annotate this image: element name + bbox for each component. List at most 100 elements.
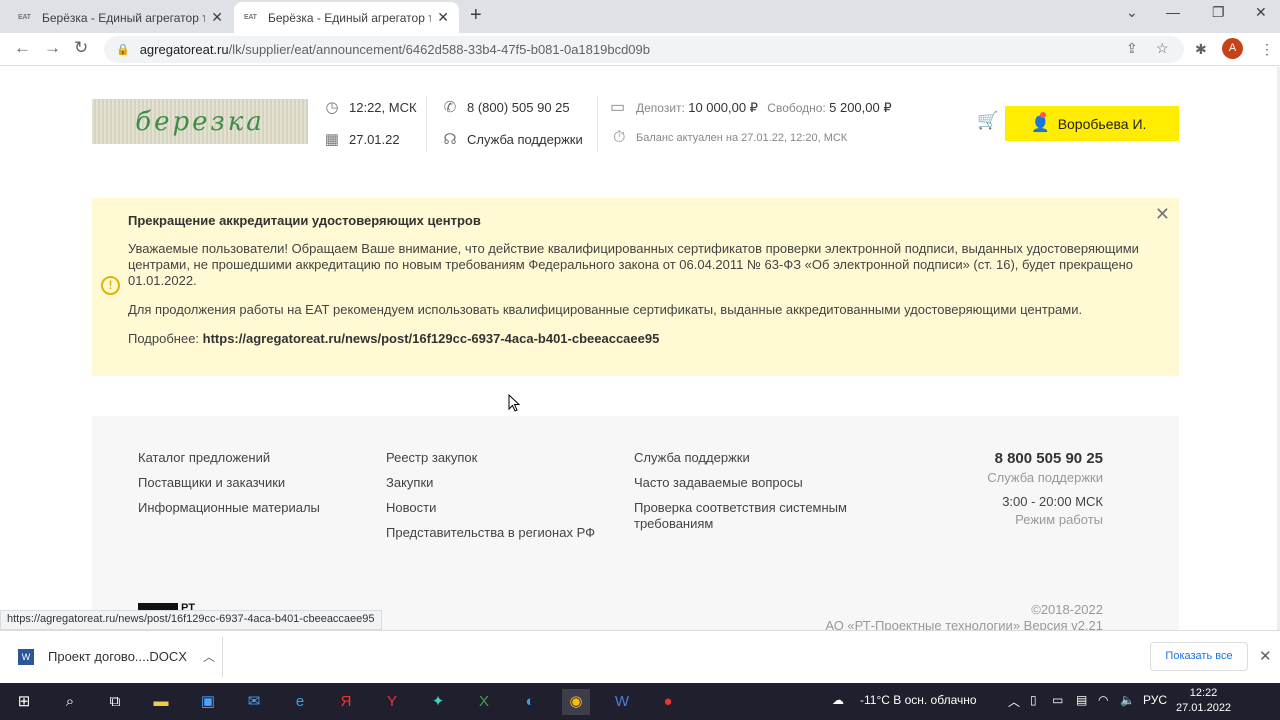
url-host: agregatoreat.ru	[139, 42, 229, 57]
weather-text[interactable]: -11°C В осн. облачно	[860, 693, 977, 707]
logo-text: березка	[135, 106, 265, 137]
notification-app-icon[interactable]: ●	[654, 689, 682, 715]
cart-icon[interactable]: 🛒	[977, 111, 998, 131]
footer-link[interactable]: Служба поддержки	[634, 450, 874, 466]
reload-icon[interactable]: ↻	[74, 38, 88, 58]
tab-title: Берёзка - Единый агрегатор тор	[268, 10, 432, 25]
deposit-info: Депозит: 10 000,00 ₽ Свободно: 5 200,00 …	[636, 100, 892, 116]
tray-device-icon[interactable]: ▯	[1030, 693, 1037, 707]
app-icon[interactable]: ✦	[424, 689, 452, 715]
edge-legacy-icon[interactable]: e	[286, 689, 314, 715]
divider	[426, 96, 427, 152]
headset-icon: ☊	[443, 131, 457, 148]
windows-start-icon[interactable]: ⊞	[10, 689, 38, 715]
close-icon[interactable]: ✕	[1155, 204, 1170, 225]
file-explorer-icon[interactable]: ▬	[147, 689, 175, 715]
more-label: Подробнее:	[128, 331, 200, 346]
minimize-icon[interactable]: —	[1166, 4, 1180, 20]
time-info: ◷ 12:22, МСК	[322, 98, 417, 116]
footer-hours-sub: Режим работы	[1015, 512, 1103, 527]
footer-col-1: Каталог предложений Поставщики и заказчи…	[138, 450, 320, 525]
site-logo[interactable]: березка	[92, 99, 308, 144]
url-input[interactable]: 🔒 agregatoreat.ru/lk/supplier/eat/announ…	[104, 36, 1184, 63]
yandex-browser-icon[interactable]: Y	[378, 689, 406, 715]
excel-icon[interactable]: X	[470, 689, 498, 715]
footer-link[interactable]: Реестр закупок	[386, 450, 595, 466]
mouse-cursor-icon	[508, 394, 520, 412]
store-icon[interactable]: ▣	[194, 689, 222, 715]
wifi-icon[interactable]: ◠	[1098, 693, 1108, 707]
more-link[interactable]: https://agregatoreat.ru/news/post/16f129…	[203, 331, 660, 346]
user-name: Воробьева И.	[1057, 115, 1147, 132]
browser-tab-1[interactable]: EAT Берёзка - Единый агрегатор тор ✕	[8, 2, 233, 33]
restore-icon[interactable]: ❐	[1212, 4, 1225, 21]
battery-icon[interactable]: ▭	[1052, 693, 1063, 707]
extensions-icon[interactable]: ✱	[1195, 41, 1207, 58]
date-text: 27.01.22	[349, 131, 400, 147]
chrome-icon[interactable]: ◉	[562, 689, 590, 715]
footer-link[interactable]: Каталог предложений	[138, 450, 320, 466]
phone-icon: ✆	[443, 99, 457, 116]
divider	[597, 96, 598, 152]
close-icon[interactable]: ✕	[1259, 647, 1272, 665]
edge-icon[interactable]: ◐	[516, 689, 544, 715]
download-item[interactable]: W Проект догово....DOCX ︿	[18, 648, 215, 665]
clock-time: 12:22	[1189, 687, 1218, 699]
back-icon[interactable]: ←	[14, 38, 31, 58]
bookmark-star-icon[interactable]: ☆	[1156, 40, 1169, 57]
tab-close-icon[interactable]: ✕	[211, 9, 223, 26]
user-menu-button[interactable]: 👤 Воробьева И.	[1005, 106, 1179, 141]
word-icon[interactable]: W	[608, 689, 636, 715]
mail-icon[interactable]: ✉	[240, 689, 268, 715]
footer-link[interactable]: Закупки	[386, 475, 595, 491]
volume-icon[interactable]: 🔈	[1120, 693, 1135, 707]
download-filename: Проект догово....DOCX	[48, 649, 187, 664]
search-icon[interactable]: ⌕	[56, 689, 84, 715]
announcement-title: Прекращение аккредитации удостоверяющих …	[128, 213, 481, 228]
deposit-value: 10 000,00 ₽	[688, 100, 758, 115]
yandex-icon[interactable]: Я	[332, 689, 360, 715]
network-icon[interactable]: ▤	[1076, 693, 1087, 707]
menu-icon[interactable]: ⋮	[1260, 41, 1274, 58]
footer-link[interactable]: Представительства в регионах РФ	[386, 525, 595, 541]
link-status-bar: https://agregatoreat.ru/news/post/16f129…	[0, 610, 382, 630]
show-all-button[interactable]: Показать все	[1150, 642, 1248, 671]
footer-contacts: 8 800 505 90 25 Служба поддержки 3:00 - …	[987, 450, 1103, 527]
announcement-more: Подробнее: https://agregatoreat.ru/news/…	[128, 331, 1168, 347]
calendar-icon: ▦	[324, 131, 340, 148]
clock-icon: ◷	[325, 99, 339, 116]
url-path: /lk/supplier/eat/announcement/6462d588-3…	[228, 42, 650, 57]
copyright-text: ©2018-2022	[1031, 602, 1103, 617]
browser-tab-2[interactable]: EAT Берёзка - Единый агрегатор тор ✕	[234, 2, 459, 33]
new-tab-icon[interactable]: +	[470, 4, 482, 27]
footer-link[interactable]: Часто задаваемые вопросы	[634, 475, 874, 491]
profile-avatar[interactable]: A	[1222, 38, 1243, 59]
chevron-up-icon[interactable]: ︿	[203, 648, 215, 665]
support-link[interactable]: ☊ Служба поддержки	[440, 130, 582, 148]
footer-phone[interactable]: 8 800 505 90 25	[987, 450, 1103, 467]
balance-note: Баланс актуален на 27.01.22, 12:20, МСК	[636, 132, 848, 144]
divider	[222, 637, 223, 677]
task-view-icon[interactable]: ⧉	[101, 689, 129, 715]
system-clock[interactable]: 12:22 27.01.2022	[1176, 686, 1231, 716]
forward-icon[interactable]: →	[44, 38, 61, 58]
language-indicator[interactable]: РУС	[1143, 693, 1167, 707]
footer-link[interactable]: Поставщики и заказчики	[138, 475, 320, 491]
tray-expand-icon[interactable]: ︿	[1008, 693, 1020, 710]
tab-close-icon[interactable]: ✕	[437, 9, 449, 26]
timer-icon: ⏱	[613, 129, 626, 146]
window-close-icon[interactable]: ✕	[1255, 4, 1267, 21]
page-content: березка ◷ 12:22, МСК ▦ 27.01.22 ✆ 8 (800) 5…	[0, 67, 1280, 630]
date-info: ▦ 27.01.22	[322, 130, 400, 148]
footer-link[interactable]: Информационные материалы	[138, 500, 320, 516]
weather-icon: ☁	[832, 693, 844, 707]
share-icon[interactable]: ⇪	[1126, 40, 1138, 57]
footer-hours: 3:00 - 20:00 МСК	[1002, 494, 1103, 509]
phone-info[interactable]: ✆ 8 (800) 505 90 25	[440, 98, 570, 116]
footer-link[interactable]: Новости	[386, 500, 595, 516]
time-text: 12:22, МСК	[349, 99, 417, 115]
clock-date: 27.01.2022	[1176, 702, 1232, 714]
footer-link[interactable]: Проверка соответствия системным требован…	[634, 500, 874, 532]
tab-search-icon[interactable]: ⌄	[1126, 4, 1138, 21]
footer-col-2: Реестр закупок Закупки Новости Представи…	[386, 450, 595, 550]
